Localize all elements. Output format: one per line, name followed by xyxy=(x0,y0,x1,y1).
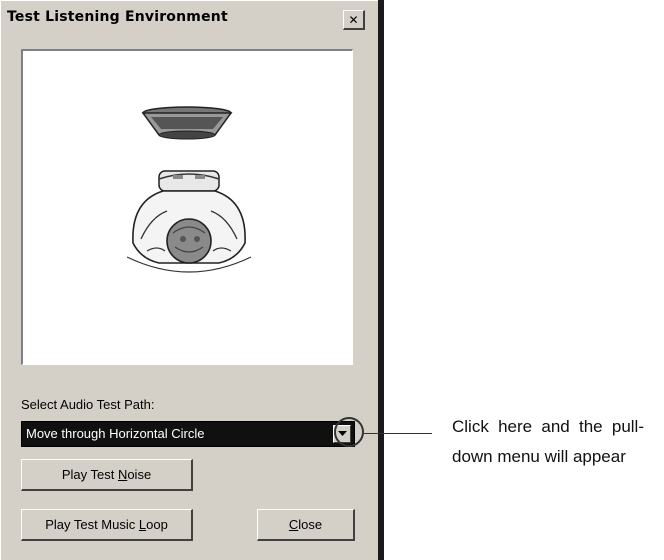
audio-test-path-label: Select Audio Test Path: xyxy=(21,397,155,412)
close-window-button[interactable]: ✕ xyxy=(343,10,365,30)
window-border xyxy=(378,0,384,560)
play-test-music-label-prefix: Play Test Music xyxy=(45,517,139,532)
overhead-speaker-icon xyxy=(141,106,233,140)
title-bar[interactable]: Test Listening Environment ✕ xyxy=(3,3,374,31)
callout-annotation-text: Click here and the pull-down menu will a… xyxy=(452,417,644,466)
close-icon: ✕ xyxy=(348,12,359,27)
audio-test-path-selected-value: Move through Horizontal Circle xyxy=(26,426,205,441)
listening-preview-panel xyxy=(21,49,353,365)
play-test-music-mnemonic: L xyxy=(138,517,147,532)
close-mnemonic: C xyxy=(288,517,299,532)
play-test-noise-label-suffix: oise xyxy=(127,467,152,482)
play-test-music-loop-button[interactable]: Play Test Music Loop xyxy=(21,509,193,541)
test-listening-dialog: Test Listening Environment ✕ Select Audi… xyxy=(0,0,378,560)
window-title: Test Listening Environment xyxy=(7,9,228,25)
speakers-and-listener-illustration xyxy=(126,106,252,273)
close-button[interactable]: Close xyxy=(257,509,355,541)
play-test-noise-label-prefix: Play Test xyxy=(61,467,118,482)
close-label-suffix: lose xyxy=(298,517,323,532)
listener-icon xyxy=(126,170,252,273)
callout-circle xyxy=(334,417,364,447)
play-test-noise-button[interactable]: Play Test Noise xyxy=(21,459,193,491)
audio-test-path-select[interactable]: Move through Horizontal Circle xyxy=(21,421,355,447)
play-test-music-label-suffix: oop xyxy=(146,517,168,532)
play-test-noise-mnemonic: N xyxy=(117,467,128,482)
callout-line xyxy=(364,433,432,434)
